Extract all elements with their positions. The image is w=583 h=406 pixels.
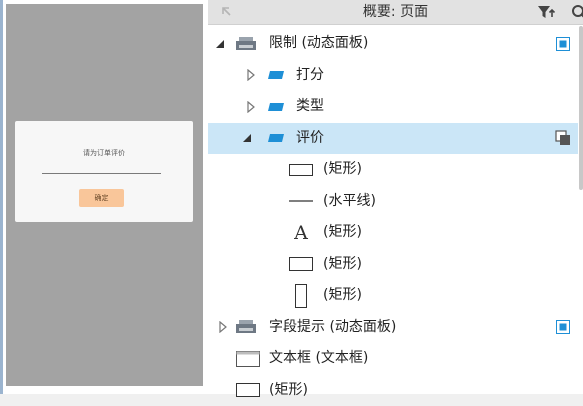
tree-row-label: 评价 [296, 123, 324, 155]
tree-row-textbox[interactable]: 文本框 (文本框) [208, 343, 578, 375]
tree-row-text-label[interactable]: A (矩形) [208, 217, 578, 249]
tree-row-rectangle[interactable]: (矩形) [208, 280, 578, 312]
canvas-edge-strip [0, 0, 3, 394]
expanded-toggle-icon[interactable] [214, 28, 226, 60]
duplicate-icon[interactable] [554, 123, 572, 155]
tree-row-label: 文本框 (文本框) [269, 343, 368, 375]
tree-row-dynamic-panel-limit[interactable]: 限制 (动态面板) [208, 28, 578, 60]
panel-title: 概要: 页面 [208, 0, 583, 24]
state-icon [266, 123, 286, 155]
tree-row-label: (矩形) [323, 154, 362, 186]
expanded-toggle-icon[interactable] [241, 123, 253, 155]
panel-header: 概要: 页面 [208, 0, 583, 25]
dynamic-panel-icon [235, 312, 257, 344]
tree-row-state-type[interactable]: 类型 [208, 91, 578, 123]
tree-row-state-review[interactable]: 评价 [208, 123, 578, 155]
tree-row-state-score[interactable]: 打分 [208, 60, 578, 92]
outline-tree: 限制 (动态面板) 打分 [208, 28, 578, 406]
device-screen: 请为订单评价 确定 [6, 4, 203, 386]
rectangle-icon [288, 154, 314, 186]
dialog-prompt-text: 请为订单评价 [15, 148, 193, 158]
rating-dialog: 请为订单评价 确定 [15, 121, 193, 222]
collapsed-toggle-icon[interactable] [217, 312, 229, 344]
filter-icon[interactable] [537, 3, 557, 21]
panel-state-indicator-icon[interactable] [554, 312, 572, 344]
dialog-confirm-button[interactable]: 确定 [79, 189, 124, 207]
canvas-preview[interactable]: 请为订单评价 确定 [0, 0, 208, 394]
tree-row-label: (矩形) [323, 217, 362, 249]
tree-row-label: (矩形) [323, 249, 362, 281]
text-label-icon: A [288, 217, 314, 249]
tree-row-rectangle[interactable]: (矩形) [208, 154, 578, 186]
panel-state-indicator-icon[interactable] [554, 28, 572, 60]
tree-row-horizontal-line[interactable]: (水平线) [208, 186, 578, 218]
tree-row-label: (矩形) [323, 280, 362, 312]
vertical-rectangle-icon [288, 280, 314, 312]
tree-row-label: 打分 [296, 60, 324, 92]
tree-row-label: 类型 [296, 91, 324, 123]
tree-row-label: (水平线) [323, 186, 376, 218]
tree-row-label: (矩形) [269, 375, 308, 406]
state-icon [266, 91, 286, 123]
search-icon[interactable] [569, 3, 583, 21]
tree-row-rectangle[interactable]: (矩形) [208, 249, 578, 281]
collapsed-toggle-icon[interactable] [245, 91, 257, 123]
dialog-divider-line [42, 173, 161, 174]
collapsed-toggle-icon[interactable] [245, 60, 257, 92]
tree-row-label: 限制 (动态面板) [269, 28, 368, 60]
tree-row-dynamic-panel-field-hint[interactable]: 字段提示 (动态面板) [208, 312, 578, 344]
tree-row-rectangle[interactable]: (矩形) [208, 375, 578, 406]
horizontal-line-icon [288, 186, 314, 218]
vertical-scrollbar[interactable] [579, 26, 583, 190]
state-icon [266, 60, 286, 92]
outline-panel: 概要: 页面 [208, 0, 583, 394]
dynamic-panel-icon [235, 28, 257, 60]
textbox-icon [235, 343, 261, 375]
rectangle-icon [288, 249, 314, 281]
tree-row-label: 字段提示 (动态面板) [269, 312, 396, 344]
rectangle-icon [235, 375, 261, 406]
